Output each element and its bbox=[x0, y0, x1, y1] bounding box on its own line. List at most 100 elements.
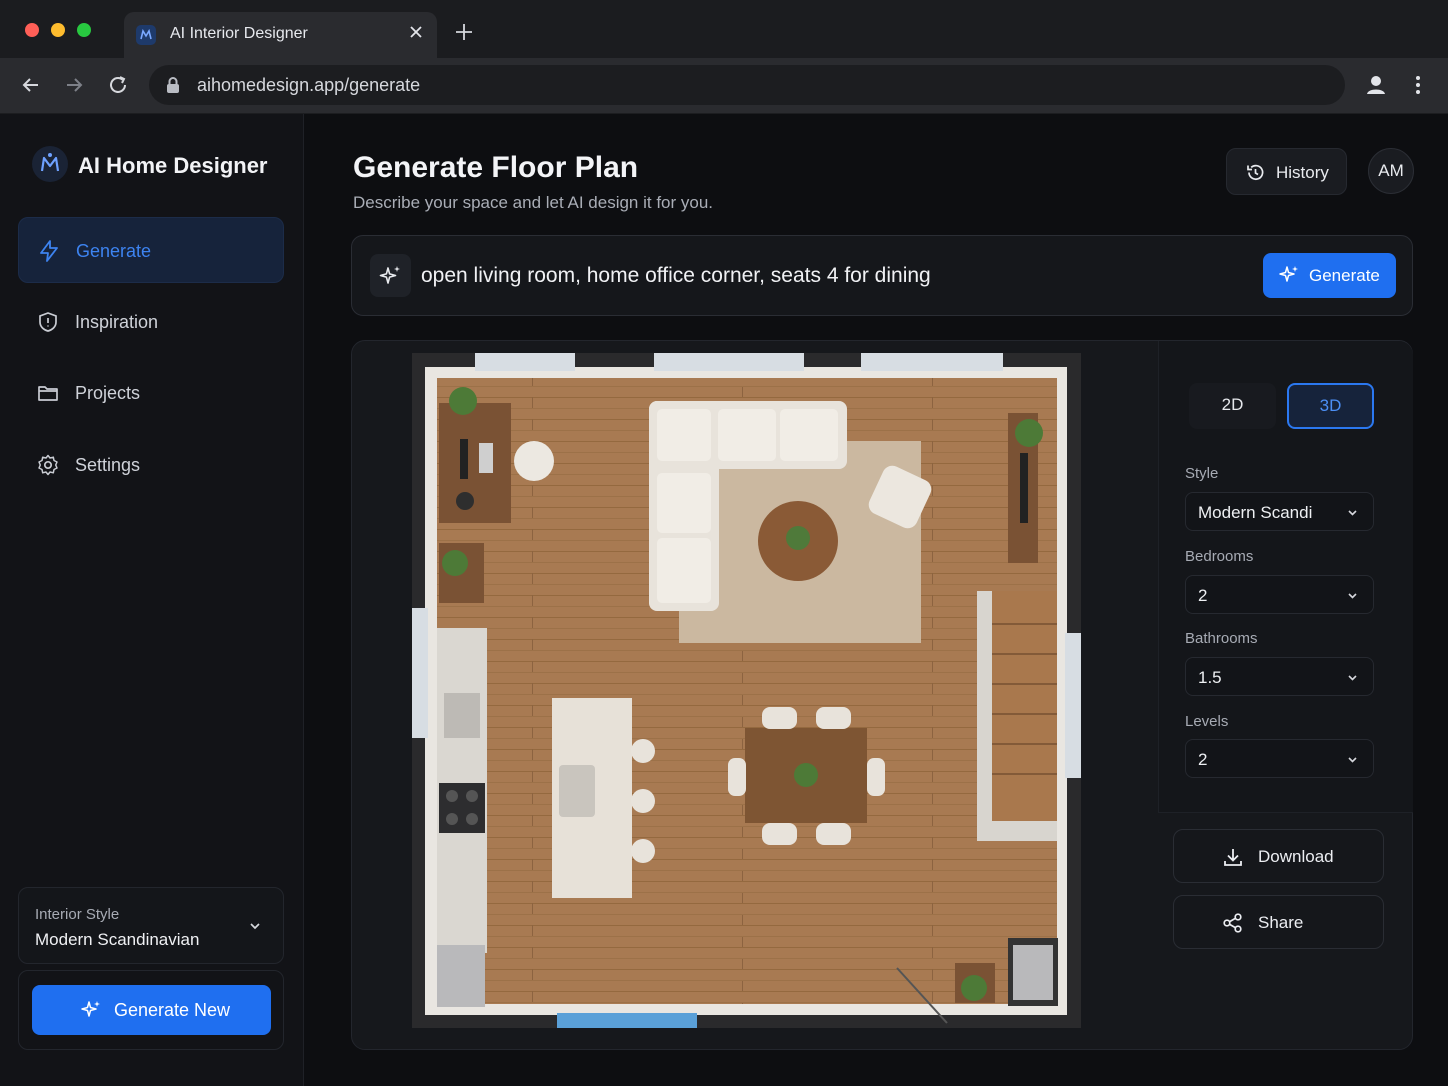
folder-icon bbox=[36, 381, 60, 405]
view-toggle-3d[interactable]: 3D bbox=[1287, 383, 1374, 429]
sidebar-item-label: Inspiration bbox=[75, 312, 159, 332]
sidebar: AI Home Designer Generate Inspiration Pr… bbox=[0, 114, 304, 1086]
browser-toolbar: aihomedesign.app/generate bbox=[0, 58, 1448, 114]
page-title: Generate Floor Plan bbox=[353, 151, 639, 184]
sidebar-item-label: Projects bbox=[75, 383, 141, 403]
stove bbox=[439, 783, 485, 833]
bedrooms-select[interactable]: 2 bbox=[1185, 575, 1374, 614]
generate-new-label: Generate New bbox=[114, 1000, 231, 1020]
plant bbox=[449, 387, 477, 415]
share-icon bbox=[1222, 912, 1244, 934]
window bbox=[475, 353, 575, 371]
reload-icon[interactable] bbox=[107, 74, 129, 96]
window bbox=[1065, 633, 1081, 778]
window bbox=[861, 353, 1003, 371]
avatar[interactable]: AM bbox=[1368, 148, 1414, 194]
bathrooms-select[interactable]: 1.5 bbox=[1185, 657, 1374, 696]
generate-new-container: Generate New bbox=[18, 970, 284, 1050]
sliding-door bbox=[557, 1013, 697, 1028]
back-arrow-icon[interactable] bbox=[20, 74, 42, 96]
favicon-icon bbox=[136, 25, 156, 45]
tab-title: AI Interior Designer bbox=[170, 25, 308, 42]
prompt-sparkles-icon bbox=[370, 254, 411, 297]
share-label: Share bbox=[1258, 913, 1304, 932]
chevron-down-icon bbox=[248, 919, 262, 933]
bathrooms-value: 1.5 bbox=[1198, 668, 1222, 687]
bathrooms-label: Bathrooms bbox=[1185, 630, 1258, 647]
plant bbox=[1015, 419, 1043, 447]
browser-menu-icon[interactable] bbox=[1408, 73, 1428, 97]
history-icon bbox=[1245, 162, 1266, 183]
sidebar-item-inspiration[interactable]: Inspiration bbox=[18, 289, 284, 355]
interior-style-label: Interior Style bbox=[35, 906, 120, 923]
style-label: Style bbox=[1185, 465, 1219, 482]
sidebar-item-label: Generate bbox=[76, 241, 152, 261]
close-window-button[interactable] bbox=[25, 23, 39, 37]
dining-chair bbox=[816, 707, 851, 729]
chevron-down-icon bbox=[1346, 753, 1359, 766]
dining-chair bbox=[816, 823, 851, 845]
close-tab-icon[interactable] bbox=[407, 23, 425, 41]
minimize-window-button[interactable] bbox=[51, 23, 65, 37]
brand-name: AI Home Designer bbox=[78, 153, 268, 178]
brand-logo-icon bbox=[32, 146, 68, 182]
bedrooms-label: Bedrooms bbox=[1185, 548, 1254, 565]
prompt-input[interactable]: open living room, home office corner, se… bbox=[421, 264, 931, 288]
sparkles-icon bbox=[1278, 264, 1300, 286]
browser-titlebar: AI Interior Designer bbox=[0, 0, 1448, 58]
tv bbox=[1020, 453, 1028, 523]
dining-chair bbox=[762, 823, 797, 845]
forward-arrow-icon[interactable] bbox=[63, 74, 85, 96]
page-subtitle: Describe your space and let AI design it… bbox=[353, 193, 714, 212]
browser-tab[interactable]: AI Interior Designer bbox=[124, 12, 437, 58]
download-icon bbox=[1222, 846, 1244, 868]
toggle-2d-label: 2D bbox=[1221, 395, 1244, 414]
floor-plan-card: 2D 3D Style Modern Scandi Bedrooms 2 Bat… bbox=[351, 340, 1413, 1050]
desk bbox=[439, 403, 511, 523]
bedrooms-value: 2 bbox=[1198, 586, 1208, 605]
sink bbox=[444, 693, 480, 738]
generate-button-label: Generate bbox=[1309, 266, 1380, 285]
lightbulb-icon bbox=[36, 310, 60, 334]
toggle-3d-label: 3D bbox=[1319, 396, 1342, 415]
plant bbox=[442, 550, 468, 576]
avatar-initials: AM bbox=[1378, 161, 1404, 180]
fridge bbox=[437, 945, 485, 1007]
generate-new-button[interactable]: Generate New bbox=[32, 985, 271, 1035]
sidebar-item-projects[interactable]: Projects bbox=[18, 360, 284, 426]
plan-controls: 2D 3D Style Modern Scandi Bedrooms 2 Bat… bbox=[1158, 341, 1413, 813]
monitor bbox=[460, 439, 468, 479]
interior-style-value: Modern Scandinavian bbox=[35, 930, 200, 949]
maximize-window-button[interactable] bbox=[77, 23, 91, 37]
interior-style-select[interactable]: Interior Style Modern Scandinavian bbox=[18, 887, 284, 964]
window bbox=[412, 608, 428, 738]
share-button[interactable]: Share bbox=[1173, 895, 1384, 949]
sparkles-icon bbox=[80, 999, 102, 1021]
stool bbox=[631, 739, 655, 763]
view-toggle-2d[interactable]: 2D bbox=[1189, 383, 1276, 429]
download-label: Download bbox=[1258, 847, 1334, 866]
url-text: aihomedesign.app/generate bbox=[197, 75, 421, 95]
dining-chair bbox=[762, 707, 797, 729]
sidebar-item-generate[interactable]: Generate bbox=[18, 217, 284, 283]
history-button[interactable]: History bbox=[1226, 148, 1347, 195]
levels-label: Levels bbox=[1185, 713, 1229, 730]
profile-icon[interactable] bbox=[1364, 73, 1388, 97]
sidebar-item-settings[interactable]: Settings bbox=[18, 432, 284, 498]
levels-select[interactable]: 2 bbox=[1185, 739, 1374, 778]
sidebar-item-label: Settings bbox=[75, 455, 141, 475]
floor-plan-render[interactable] bbox=[412, 353, 1081, 1028]
stool bbox=[631, 789, 655, 813]
gear-icon bbox=[36, 453, 60, 477]
window bbox=[654, 353, 804, 371]
new-tab-icon[interactable] bbox=[454, 22, 474, 42]
plant bbox=[961, 975, 987, 1001]
style-select[interactable]: Modern Scandi bbox=[1185, 492, 1374, 531]
generate-button[interactable]: Generate bbox=[1263, 253, 1396, 298]
site-info-icon[interactable] bbox=[165, 76, 181, 94]
download-button[interactable]: Download bbox=[1173, 829, 1384, 883]
address-bar[interactable]: aihomedesign.app/generate bbox=[149, 65, 1345, 105]
dining-chair bbox=[728, 758, 746, 796]
desk-chair bbox=[514, 441, 554, 481]
history-label: History bbox=[1276, 163, 1329, 182]
